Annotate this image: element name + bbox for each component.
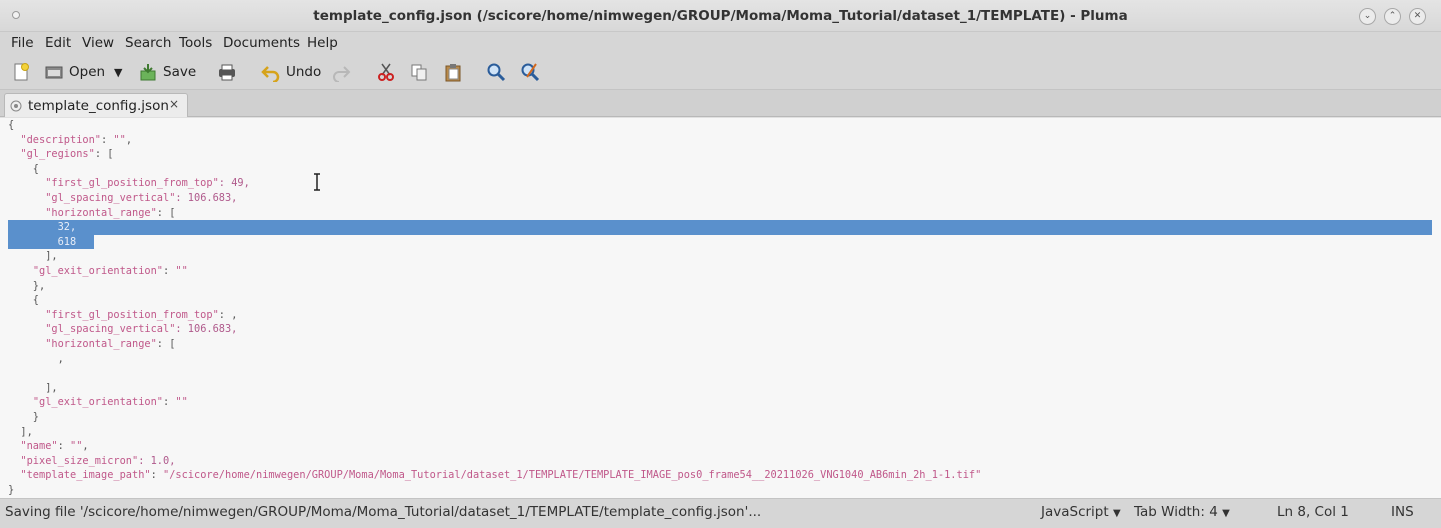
code-line: "gl_exit_orientation": "" bbox=[32, 396, 188, 409]
tab-label: template_config.json bbox=[28, 97, 169, 114]
code-line: ], bbox=[8, 250, 58, 263]
save-button[interactable]: Save bbox=[138, 61, 196, 83]
folder-open-icon bbox=[45, 66, 63, 79]
code-line: "horizontal_range": [ bbox=[45, 338, 176, 350]
code-line: } bbox=[8, 484, 15, 496]
menu-documents[interactable]: Documents bbox=[223, 35, 300, 51]
code-line: ], bbox=[8, 381, 58, 394]
code-line: "name": "", bbox=[20, 440, 89, 453]
dropdown-arrow-icon: ▼ bbox=[114, 65, 123, 79]
cursor-position: Ln 8, Col 1 bbox=[1277, 504, 1349, 520]
toolbar: Open ▼ Save Undo bbox=[0, 54, 1441, 90]
menu-file[interactable]: File bbox=[11, 35, 34, 51]
code-line: { bbox=[8, 162, 39, 175]
save-label: Save bbox=[163, 64, 197, 80]
chevron-down-icon: ⌄ bbox=[1363, 11, 1372, 21]
paste-button[interactable] bbox=[443, 61, 463, 83]
code-line: "gl_exit_orientation": "" bbox=[32, 265, 188, 277]
maximize-button[interactable]: ⌃ bbox=[1384, 8, 1401, 25]
code-line: , bbox=[8, 352, 64, 365]
undo-icon bbox=[261, 66, 280, 82]
text-cursor-icon bbox=[314, 173, 320, 191]
dropdown-arrow-icon: ▼ bbox=[1112, 508, 1121, 519]
menu-help[interactable]: Help bbox=[307, 35, 338, 51]
open-button[interactable]: Open bbox=[44, 61, 105, 83]
status-message: Saving file '/scicore/home/nimwegen/GROU… bbox=[5, 504, 762, 520]
tab-template-config[interactable]: template_config.json × bbox=[4, 93, 188, 117]
print-button[interactable] bbox=[217, 61, 237, 83]
print-icon bbox=[219, 64, 235, 81]
copy-icon bbox=[411, 64, 427, 81]
code-line: 618 bbox=[8, 235, 77, 248]
tab-width-selector[interactable]: Tab Width: 4 ▼ bbox=[1134, 504, 1230, 520]
language-label: JavaScript bbox=[1041, 504, 1109, 520]
close-icon: ✕ bbox=[1413, 11, 1422, 21]
code-line: 32, bbox=[8, 221, 77, 234]
status-bar: Saving file '/scicore/home/nimwegen/GROU… bbox=[0, 498, 1441, 528]
open-label: Open bbox=[69, 64, 106, 80]
code-line: "first_gl_position_from_top": 49, bbox=[45, 177, 250, 190]
tab-width-label: Tab Width: 4 bbox=[1134, 504, 1218, 520]
open-recent-dropdown[interactable]: ▼ bbox=[114, 61, 122, 83]
language-selector[interactable]: JavaScript ▼ bbox=[1041, 504, 1121, 520]
code-line: "template_image_path": "/scicore/home/ni… bbox=[20, 469, 982, 482]
tab-close-icon[interactable]: × bbox=[169, 97, 179, 111]
dropdown-arrow-icon: ▼ bbox=[1222, 508, 1230, 519]
find-button[interactable] bbox=[486, 61, 506, 83]
insert-mode: INS bbox=[1391, 504, 1414, 520]
code-line: "description": "", bbox=[20, 133, 133, 146]
code-line: { bbox=[8, 119, 15, 131]
menu-search[interactable]: Search bbox=[125, 35, 171, 51]
code-line: } bbox=[8, 411, 39, 423]
paste-icon bbox=[445, 64, 461, 82]
menu-edit[interactable]: Edit bbox=[45, 35, 71, 51]
menu-bar: File Edit View Search Tools Documents He… bbox=[0, 32, 1441, 54]
code-line: ], bbox=[8, 425, 33, 438]
code-line: "gl_spacing_vertical": 106.683, bbox=[45, 192, 238, 204]
menu-view[interactable]: View bbox=[82, 35, 114, 51]
undo-label: Undo bbox=[286, 64, 322, 80]
title-bar: template_config.json (/scicore/home/nimw… bbox=[0, 0, 1441, 32]
window-title: template_config.json (/scicore/home/nimw… bbox=[313, 8, 1128, 24]
cut-button[interactable] bbox=[376, 61, 396, 83]
search-icon bbox=[487, 63, 506, 82]
cut-icon bbox=[378, 63, 394, 81]
code-line: }, bbox=[8, 279, 46, 292]
undo-button[interactable]: Undo bbox=[261, 61, 321, 83]
find-replace-button[interactable] bbox=[520, 61, 540, 83]
code-line: { bbox=[8, 294, 39, 307]
code-line: "horizontal_range": [ bbox=[45, 206, 176, 219]
code-line: "gl_spacing_vertical": 106.683, bbox=[45, 323, 238, 336]
tab-bar: template_config.json × bbox=[0, 90, 1441, 117]
find-replace-icon bbox=[521, 63, 540, 82]
code-line: "first_gl_position_from_top": , bbox=[45, 308, 238, 321]
document-icon bbox=[10, 100, 22, 111]
close-button[interactable]: ✕ bbox=[1409, 8, 1426, 25]
new-document-icon bbox=[14, 63, 29, 81]
code-line: "pixel_size_micron": 1.0, bbox=[20, 454, 176, 467]
text-editor[interactable]: { "description": "", "gl_regions": [ { "… bbox=[0, 117, 1441, 498]
minimize-button[interactable]: ⌄ bbox=[1359, 8, 1376, 25]
redo-button bbox=[331, 61, 351, 83]
menu-tools[interactable]: Tools bbox=[179, 35, 212, 51]
selection-highlight bbox=[8, 220, 1432, 235]
save-icon bbox=[140, 64, 156, 81]
chevron-up-icon: ⌃ bbox=[1388, 11, 1397, 21]
code-line: "gl_regions": [ bbox=[20, 148, 114, 161]
new-document-button[interactable] bbox=[11, 61, 31, 83]
copy-button[interactable] bbox=[409, 61, 429, 83]
redo-icon bbox=[333, 66, 351, 82]
